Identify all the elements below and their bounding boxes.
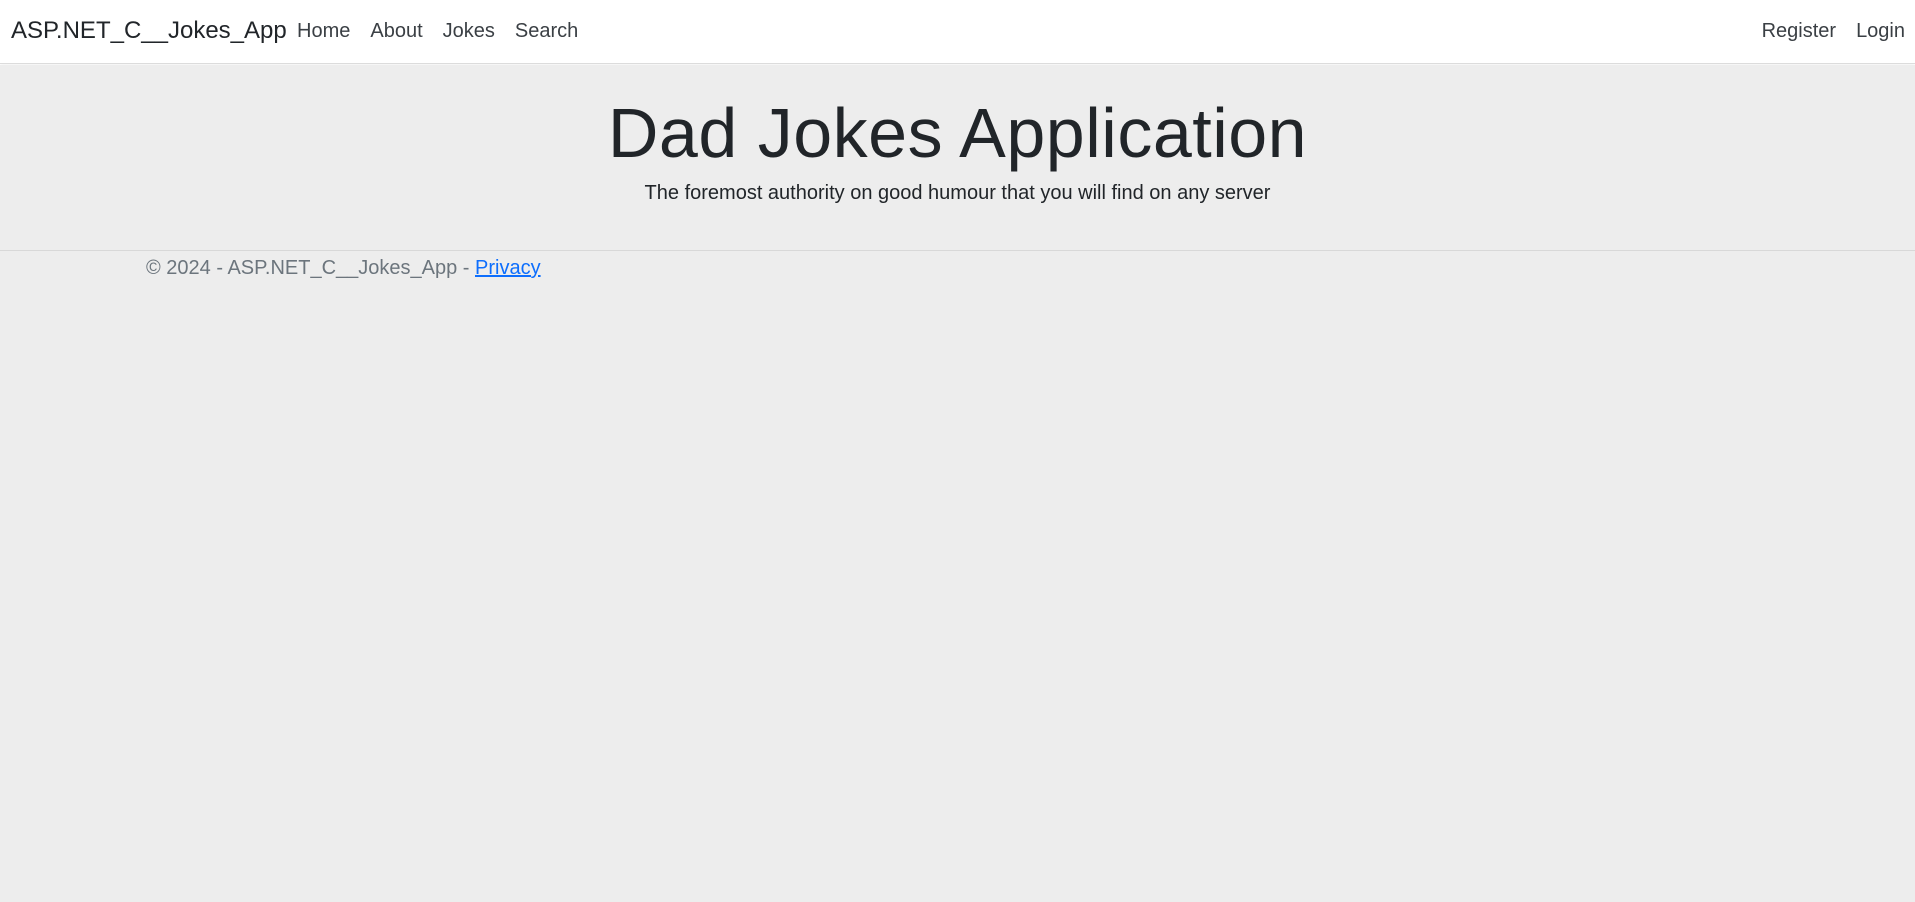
page-subtitle: The foremost authority on good humour th… (644, 182, 1271, 204)
brand-link[interactable]: ASP.NET_C__Jokes_App (11, 16, 287, 46)
main-content: Dad Jokes Application The foremost autho… (0, 65, 1915, 902)
privacy-link[interactable]: Privacy (475, 257, 541, 279)
nav-login-link[interactable]: Login (1846, 19, 1915, 43)
page-title: Dad Jokes Application (607, 94, 1308, 172)
hero-section: Dad Jokes Application The foremost autho… (0, 65, 1915, 250)
nav-register-link[interactable]: Register (1752, 19, 1846, 43)
nav-jokes-link[interactable]: Jokes (433, 19, 505, 43)
nav-home-link[interactable]: Home (287, 19, 360, 43)
nav-search-link[interactable]: Search (505, 19, 588, 43)
copyright-text: © 2024 - ASP.NET_C__Jokes_App - (146, 257, 475, 279)
footer-text: © 2024 - ASP.NET_C__Jokes_App - Privacy (146, 255, 541, 281)
nav-left-group: Home About Jokes Search (287, 19, 588, 43)
nav-right-group: Register Login (1752, 19, 1915, 43)
nav-about-link[interactable]: About (360, 19, 432, 43)
footer: © 2024 - ASP.NET_C__Jokes_App - Privacy (0, 250, 1915, 296)
top-navbar: ASP.NET_C__Jokes_App Home About Jokes Se… (0, 0, 1915, 64)
